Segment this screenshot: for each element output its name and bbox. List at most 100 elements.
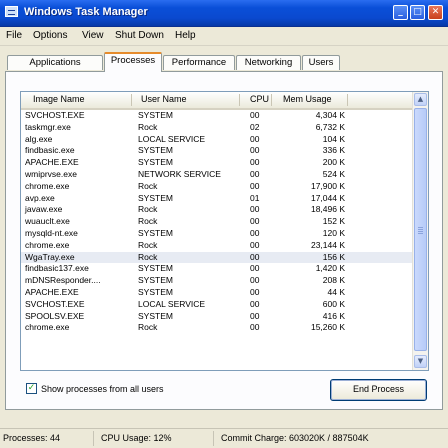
table-row[interactable]: wuauclt.exe Rock 00 152 K <box>21 216 413 228</box>
cell-mem-usage: 208 K <box>322 275 345 286</box>
cell-image-name: SVCHOST.EXE <box>25 298 85 309</box>
table-row[interactable]: chrome.exe Rock 00 17,900 K <box>21 181 413 193</box>
cell-image-name: chrome.exe <box>25 322 70 333</box>
cell-image-name: SVCHOST.EXE <box>25 110 85 120</box>
cell-user-name: Rock <box>138 251 158 262</box>
cell-cpu: 01 <box>250 192 260 203</box>
cell-cpu: 00 <box>250 204 260 215</box>
cell-mem-usage: 104 K <box>322 133 345 144</box>
tab-strip: Applications Processes Performance Netwo… <box>0 50 448 72</box>
end-process-button[interactable]: End Process <box>330 379 427 401</box>
table-row[interactable]: chrome.exe Rock 00 15,260 K <box>21 322 413 334</box>
scroll-thumb[interactable] <box>414 108 427 351</box>
vertical-scrollbar[interactable]: ▲ ▼ <box>412 92 428 370</box>
cell-image-name: alg.exe <box>25 133 53 144</box>
menu-help[interactable]: Help <box>175 30 196 41</box>
show-all-users-label[interactable]: Show processes from all users <box>41 384 164 394</box>
grip-line <box>418 229 423 230</box>
cell-image-name: SPOOLSV.EXE <box>25 310 85 321</box>
table-row[interactable]: mysqld-nt.exe SYSTEM 00 120 K <box>21 228 413 240</box>
cell-user-name: Rock <box>138 216 158 227</box>
cell-cpu: 00 <box>250 263 260 274</box>
cell-mem-usage: 18,496 K <box>310 204 345 215</box>
tab-applications[interactable]: Applications <box>7 55 103 70</box>
cell-user-name: SYSTEM <box>138 228 173 238</box>
column-divider[interactable] <box>347 94 348 106</box>
table-row[interactable]: wmiprvse.exe NETWORK SERVICE 00 524 K <box>21 169 413 181</box>
cell-mem-usage: 23,144 K <box>310 239 345 250</box>
cell-image-name: chrome.exe <box>25 180 70 191</box>
cell-cpu: 00 <box>250 275 260 286</box>
status-divider <box>213 431 214 446</box>
cell-mem-usage: 200 K <box>322 157 345 168</box>
cell-mem-usage: 6,732 K <box>315 121 345 132</box>
menu-view[interactable]: View <box>82 30 104 41</box>
status-bar: Processes: 44 CPU Usage: 12% Commit Char… <box>0 428 448 448</box>
cell-cpu: 00 <box>250 216 260 227</box>
cell-mem-usage: 416 K <box>322 310 345 321</box>
table-row[interactable]: mDNSResponder.... SYSTEM 00 208 K <box>21 275 413 287</box>
cell-image-name: avp.exe <box>25 192 55 203</box>
menu-shut-down[interactable]: Shut Down <box>115 30 164 41</box>
cell-cpu: 00 <box>250 110 260 120</box>
menu-options[interactable]: Options <box>33 30 67 41</box>
cell-user-name: Rock <box>138 239 158 250</box>
table-row[interactable]: alg.exe LOCAL SERVICE 00 104 K <box>21 134 413 146</box>
tab-users[interactable]: Users <box>302 55 340 70</box>
cell-user-name: SYSTEM <box>138 275 173 286</box>
cell-mem-usage: 15,260 K <box>310 322 345 333</box>
cell-mem-usage: 1,420 K <box>315 263 345 274</box>
column-divider[interactable] <box>131 94 132 106</box>
table-row[interactable]: APACHE.EXE SYSTEM 00 44 K <box>21 287 413 299</box>
table-row[interactable]: avp.exe SYSTEM 01 17,044 K <box>21 193 413 205</box>
table-row[interactable]: SVCHOST.EXE SYSTEM 00 4,304 K <box>21 110 413 122</box>
cell-cpu: 00 <box>250 287 260 297</box>
cell-image-name: APACHE.EXE <box>25 157 79 168</box>
status-divider <box>93 431 94 446</box>
table-row[interactable]: SPOOLSV.EXE SYSTEM 00 416 K <box>21 311 413 323</box>
column-mem-usage[interactable]: Mem Usage <box>283 94 332 104</box>
cell-cpu: 00 <box>250 145 260 156</box>
cell-mem-usage: 600 K <box>322 298 345 309</box>
cell-cpu: 00 <box>250 228 260 238</box>
title-bar[interactable]: Windows Task Manager _ □ ✕ <box>0 0 448 27</box>
cell-cpu: 00 <box>250 322 260 333</box>
table-row[interactable]: taskmgr.exe Rock 02 6,732 K <box>21 122 413 134</box>
table-row[interactable]: APACHE.EXE SYSTEM 00 200 K <box>21 157 413 169</box>
menu-file[interactable]: File <box>6 30 22 41</box>
table-row[interactable]: findbasic137.exe SYSTEM 00 1,420 K <box>21 263 413 275</box>
close-button[interactable]: ✕ <box>428 5 443 20</box>
process-list[interactable]: Image Name User Name CPU Mem Usage SVCHO… <box>20 91 429 371</box>
scroll-up-icon[interactable]: ▲ <box>414 93 427 106</box>
status-cpu-usage: CPU Usage: 12% <box>101 433 172 443</box>
column-cpu[interactable]: CPU <box>250 94 269 104</box>
cell-user-name: SYSTEM <box>138 263 173 274</box>
cell-user-name: LOCAL SERVICE <box>138 133 206 144</box>
tab-networking[interactable]: Networking <box>236 55 301 70</box>
cell-user-name: Rock <box>138 180 158 191</box>
minimize-button[interactable]: _ <box>393 5 408 20</box>
cell-user-name: Rock <box>138 121 158 132</box>
cell-image-name: taskmgr.exe <box>25 121 71 132</box>
cell-user-name: LOCAL SERVICE <box>138 298 206 309</box>
cell-image-name: findbasic.exe <box>25 145 75 156</box>
column-divider[interactable] <box>239 94 240 106</box>
cell-cpu: 00 <box>250 298 260 309</box>
tab-processes[interactable]: Processes <box>104 52 162 72</box>
show-all-users-checkbox[interactable]: ✓ <box>26 383 37 394</box>
tab-performance[interactable]: Performance <box>163 55 235 70</box>
table-row[interactable]: chrome.exe Rock 00 23,144 K <box>21 240 413 252</box>
table-row[interactable]: WgaTray.exe Rock 00 156 K <box>21 251 413 264</box>
table-row[interactable]: SVCHOST.EXE LOCAL SERVICE 00 600 K <box>21 299 413 311</box>
column-image-name[interactable]: Image Name <box>33 94 85 104</box>
column-user-name[interactable]: User Name <box>141 94 187 104</box>
column-header-row: Image Name User Name CPU Mem Usage <box>21 92 413 110</box>
column-divider[interactable] <box>271 94 272 106</box>
table-row[interactable]: javaw.exe Rock 00 18,496 K <box>21 204 413 216</box>
table-row[interactable]: findbasic.exe SYSTEM 00 336 K <box>21 145 413 157</box>
cell-image-name: wuauclt.exe <box>25 216 70 227</box>
scroll-down-icon[interactable]: ▼ <box>414 355 427 368</box>
maximize-button[interactable]: □ <box>410 5 425 20</box>
cell-image-name: mDNSResponder.... <box>25 275 101 286</box>
cell-mem-usage: 156 K <box>322 251 345 262</box>
